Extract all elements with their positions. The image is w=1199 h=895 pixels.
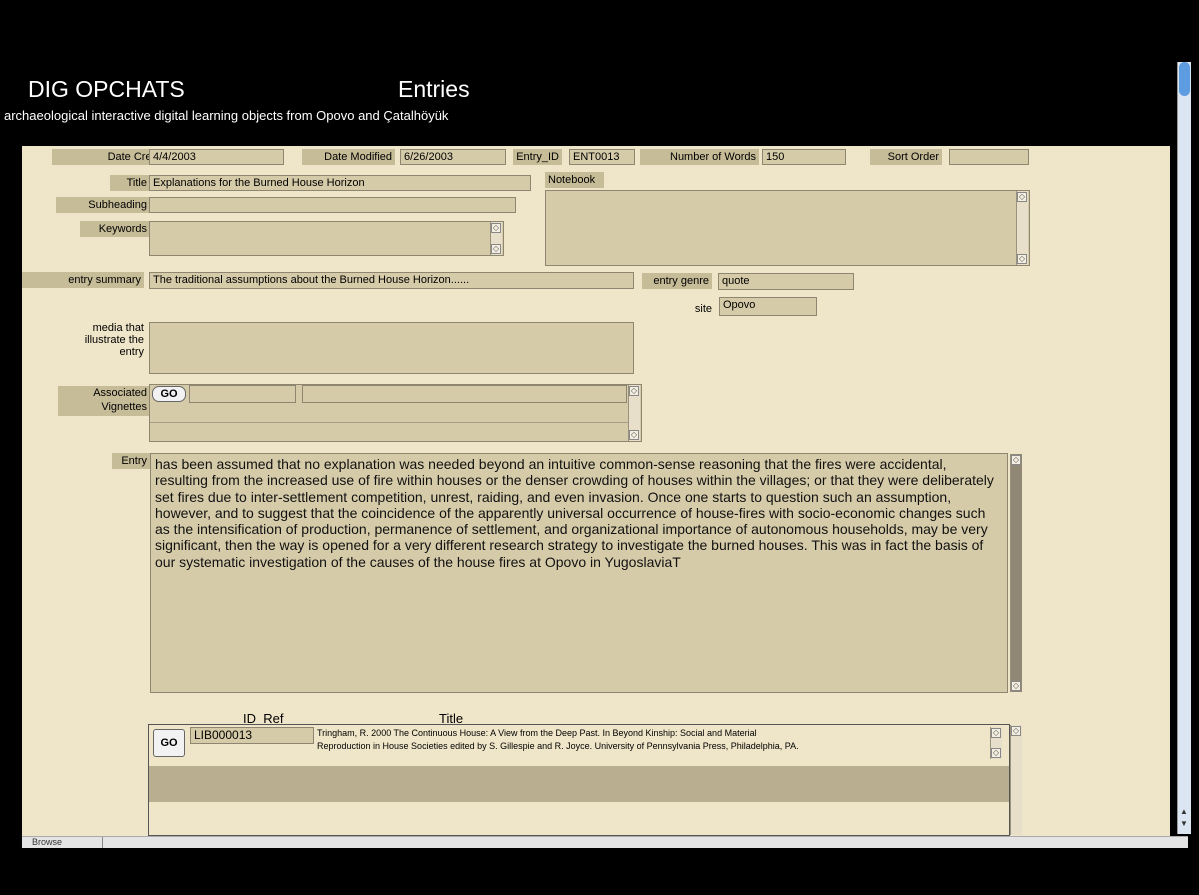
entry-id-field[interactable]: ENT0013: [569, 149, 635, 165]
app-title: DIG OPCHATS: [28, 76, 185, 102]
table-row[interactable]: [149, 766, 1009, 802]
sort-order-field[interactable]: [949, 149, 1029, 165]
notebook-field[interactable]: [545, 190, 1030, 266]
scroll-up-icon[interactable]: ◇: [491, 223, 501, 233]
site-label: site: [694, 303, 712, 315]
number-of-words-label: Number of Words: [640, 149, 759, 165]
notebook-scrollbar[interactable]: ◇ ◇: [1016, 191, 1028, 265]
scroll-down-icon[interactable]: ◇: [991, 748, 1001, 758]
scroll-down-icon[interactable]: ◇: [629, 430, 639, 440]
reference-title-line-1: Tringham, R. 2000 The Continuous House: …: [317, 728, 757, 738]
media-field[interactable]: [149, 322, 634, 374]
keywords-scrollbar[interactable]: ◇ ◇: [490, 222, 502, 255]
scroll-down-icon[interactable]: ◇: [1017, 254, 1027, 264]
entry-genre-label: entry genre: [642, 273, 712, 289]
app-subtitle: archaeological interactive digital learn…: [4, 108, 449, 123]
date-created-field[interactable]: 4/4/2003: [149, 149, 284, 165]
number-of-words-field[interactable]: 150: [762, 149, 846, 165]
scroll-up-icon[interactable]: ◇: [1017, 192, 1027, 202]
entry-scrollbar[interactable]: ◇ ◇: [1010, 454, 1022, 692]
entry-genre-field[interactable]: quote: [718, 273, 854, 290]
vignettes-go-button[interactable]: GO: [152, 386, 186, 402]
entry-text-field[interactable]: has been assumed that no explanation was…: [150, 453, 1008, 693]
subheading-label: Subheading: [56, 197, 150, 213]
references-scrollbar[interactable]: ◇: [1010, 725, 1022, 835]
mode-indicator[interactable]: Browse: [22, 837, 103, 848]
entry-summary-label: entry summary: [22, 272, 144, 288]
associated-vignettes-label: Associated Vignettes: [58, 386, 150, 416]
entry-summary-field[interactable]: The traditional assumptions about the Bu…: [149, 272, 634, 289]
sort-order-label: Sort Order: [870, 149, 942, 165]
subheading-field[interactable]: [149, 197, 516, 213]
section-title: Entries: [398, 76, 470, 102]
vignette-title-field[interactable]: [302, 385, 627, 403]
entry-id-label: Entry_ID: [513, 149, 562, 165]
reference-title-line-2: Reproduction in House Societies edited b…: [317, 741, 799, 751]
scroll-up-icon[interactable]: ◇: [1011, 455, 1021, 465]
notebook-label: Notebook: [545, 172, 604, 188]
keywords-label: Keywords: [80, 221, 150, 237]
scroll-down-icon[interactable]: ◇: [491, 244, 501, 254]
reference-id-field[interactable]: LIB000013: [190, 727, 314, 744]
date-modified-label: Date Modified: [302, 149, 395, 165]
date-modified-field[interactable]: 6/26/2003: [400, 149, 506, 165]
window-scrollbar[interactable]: ▲ ▼: [1177, 62, 1191, 834]
site-field[interactable]: Opovo: [719, 297, 817, 316]
scroll-down-icon[interactable]: ▼: [1180, 819, 1188, 828]
entry-label: Entry: [112, 453, 150, 469]
vignette-id-field[interactable]: [189, 385, 296, 403]
reference-go-button[interactable]: GO: [153, 729, 185, 757]
keywords-field[interactable]: [149, 221, 504, 256]
scroll-down-icon[interactable]: ◇: [1011, 681, 1021, 691]
scroll-up-icon[interactable]: ◇: [629, 386, 639, 396]
media-label: media that illustrate the entry: [84, 322, 144, 358]
scroll-thumb[interactable]: [1179, 62, 1190, 96]
scroll-up-icon[interactable]: ▲: [1180, 807, 1188, 816]
vignettes-scrollbar[interactable]: ◇ ◇: [628, 385, 640, 441]
reference-title-scrollbar[interactable]: ◇ ◇: [990, 727, 1002, 759]
scroll-up-icon[interactable]: ◇: [1011, 726, 1021, 736]
vignette-row-divider: [150, 422, 628, 423]
scroll-up-icon[interactable]: ◇: [991, 728, 1001, 738]
status-bar: Browse: [22, 836, 1188, 848]
reference-title-field[interactable]: Tringham, R. 2000 The Continuous House: …: [317, 727, 987, 753]
title-label: Title: [110, 175, 150, 191]
title-field[interactable]: Explanations for the Burned House Horizo…: [149, 175, 531, 191]
